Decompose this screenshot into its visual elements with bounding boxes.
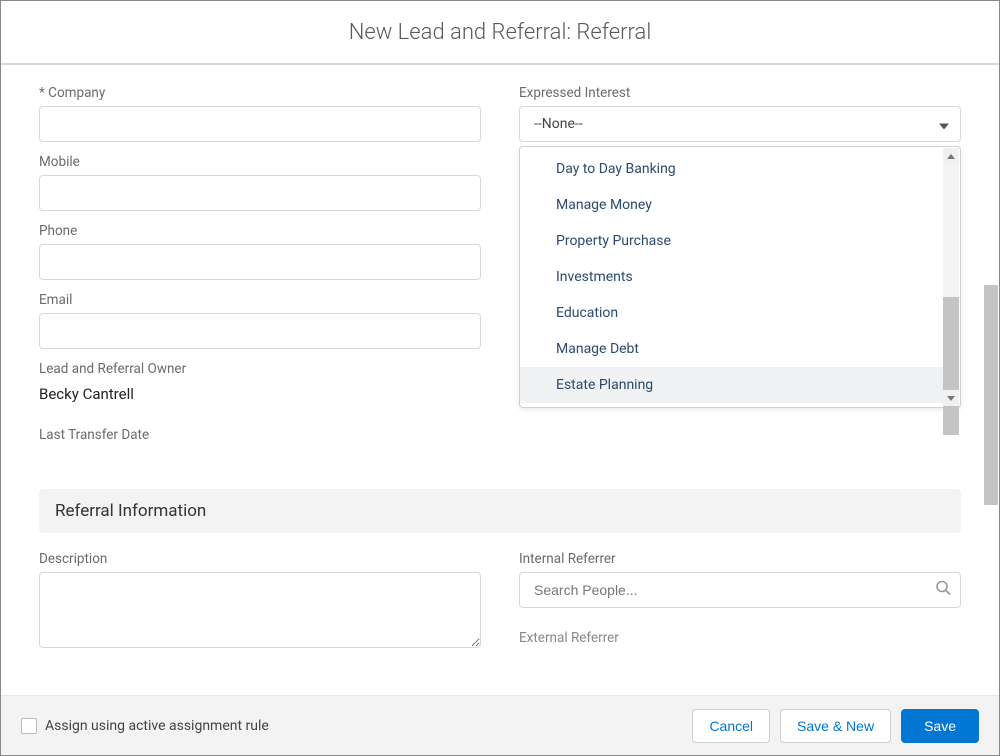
internal-referrer-label: Internal Referrer <box>519 551 961 567</box>
modal-header: New Lead and Referral: Referral <box>1 1 999 65</box>
expressed-interest-dropdown: Day to Day Banking Manage Money Property… <box>519 146 961 408</box>
modal-title: New Lead and Referral: Referral <box>349 20 652 45</box>
form-right-column: Expressed Interest --None-- <box>519 85 961 455</box>
dropdown-item[interactable]: Manage Debt <box>520 331 943 367</box>
email-input[interactable] <box>39 313 481 349</box>
modal-body: * Company Mobile Phone Email Lead and Re… <box>1 67 999 695</box>
internal-referrer-lookup[interactable] <box>519 572 961 608</box>
company-label: * Company <box>39 85 481 101</box>
last-transfer-label: Last Transfer Date <box>39 427 481 443</box>
dropdown-item[interactable]: Education <box>520 295 943 331</box>
owner-label: Lead and Referral Owner <box>39 361 481 377</box>
expressed-interest-label: Expressed Interest <box>519 85 961 101</box>
dropdown-list: Day to Day Banking Manage Money Property… <box>520 147 943 407</box>
owner-value: Becky Cantrell <box>39 379 481 415</box>
email-label: Email <box>39 292 481 308</box>
modal-footer: Assign using active assignment rule Canc… <box>1 695 999 755</box>
save-button[interactable]: Save <box>901 709 979 743</box>
dropdown-scrollbar-thumb[interactable] <box>943 297 959 435</box>
search-icon <box>936 581 951 600</box>
dropdown-item[interactable]: Estate Planning <box>520 367 943 403</box>
assign-rule-checkbox[interactable] <box>21 718 37 734</box>
assign-rule-label: Assign using active assignment rule <box>45 718 269 734</box>
form-left-column: * Company Mobile Phone Email Lead and Re… <box>39 85 481 455</box>
external-referrer-label-partial: External Referrer <box>519 630 961 646</box>
description-textarea[interactable] <box>39 572 481 648</box>
mobile-label: Mobile <box>39 154 481 170</box>
scroll-up-icon[interactable] <box>943 148 959 164</box>
description-label: Description <box>39 551 481 567</box>
section-referral-info: Referral Information <box>39 489 961 533</box>
cancel-button[interactable]: Cancel <box>692 709 770 743</box>
page-scrollbar-thumb[interactable] <box>984 285 998 505</box>
company-input[interactable] <box>39 106 481 142</box>
save-and-new-button[interactable]: Save & New <box>780 709 891 743</box>
expressed-interest-value[interactable]: --None-- <box>519 106 961 142</box>
expressed-interest-combobox[interactable]: --None-- Day to <box>519 106 961 142</box>
phone-input[interactable] <box>39 244 481 280</box>
mobile-input[interactable] <box>39 175 481 211</box>
dropdown-item[interactable]: Day to Day Banking <box>520 151 943 187</box>
dropdown-item[interactable]: Manage Money <box>520 187 943 223</box>
scroll-down-icon[interactable] <box>943 390 959 406</box>
phone-label: Phone <box>39 223 481 239</box>
page-scrollbar[interactable] <box>981 67 998 695</box>
dropdown-item[interactable]: Investments <box>520 259 943 295</box>
dropdown-item[interactable]: Property Purchase <box>520 223 943 259</box>
